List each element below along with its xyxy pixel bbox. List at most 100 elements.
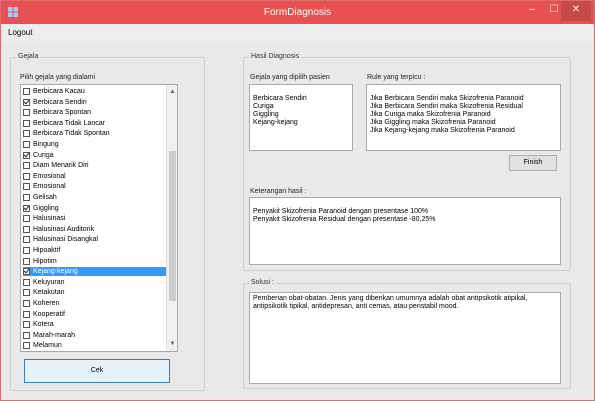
solusi-text: Pemberian obat-obatan. Jenis yang diberi…: [253, 295, 528, 310]
gejala-item[interactable]: Berbicara Sendiri: [23, 98, 166, 107]
rule-line: Jika Berbicara Sendiri maka Skizofrenia …: [370, 103, 523, 110]
gejala-item[interactable]: Berbicara Tidak Lancar: [23, 119, 166, 128]
checkbox-checked-icon[interactable]: [23, 268, 30, 276]
gejala-item[interactable]: Koheren: [23, 299, 166, 308]
checkbox-icon[interactable]: [23, 289, 30, 297]
gejala-item-label: Keluyuran: [33, 278, 65, 286]
gejala-item[interactable]: Hipoaktif: [23, 246, 166, 255]
checkbox-icon[interactable]: [23, 257, 30, 265]
keterangan-hasil-box[interactable]: Penyakit Skizofrenia Paranoid dengan pre…: [249, 197, 561, 265]
gejala-item[interactable]: Ketakutan: [23, 288, 166, 297]
scroll-up-arrow-icon[interactable]: ▲: [167, 87, 177, 97]
gejala-item-label: Diam Menarik Diri: [33, 162, 89, 170]
checkbox-checked-icon[interactable]: [23, 151, 30, 159]
gejala-item-label: Emosional: [33, 172, 66, 180]
keterangan-line: Penyakit Skizofrenia Paranoid dengan pre…: [253, 208, 429, 215]
checkbox-checked-icon[interactable]: [23, 98, 30, 106]
gejala-item-label: Marah-marah: [33, 331, 76, 339]
gejala-item[interactable]: Berbicara Tidak Spontan: [23, 129, 166, 138]
gejala-item[interactable]: Halusinasi: [23, 214, 166, 223]
gejala-item-label: Giggling: [33, 204, 59, 212]
gejala-item[interactable]: Kooperatif: [23, 310, 166, 319]
checkbox-icon[interactable]: [23, 342, 30, 350]
checkbox-icon[interactable]: [23, 119, 30, 127]
gejala-dipilih-line: Giggling: [253, 111, 279, 118]
checkbox-icon[interactable]: [23, 247, 30, 254]
rule-terpicu-box[interactable]: Jika Berbicara Sendiri maka Skizofrenia …: [366, 84, 561, 151]
gejala-item[interactable]: Diam Menarik Diri: [23, 161, 166, 170]
gejala-item[interactable]: Kotera: [23, 320, 166, 329]
gejala-item[interactable]: Berbicara Kacau: [23, 87, 166, 96]
gejala-item-label: Emosional: [33, 183, 66, 191]
gejala-item-label: Ketakutan: [33, 289, 65, 297]
gejala-item[interactable]: Bingung: [23, 140, 166, 149]
gejala-item-label: Hipotim: [33, 257, 57, 265]
keterangan-line: Penyakit Skizofrenia Residual dengan pre…: [253, 216, 436, 223]
checkbox-checked-icon[interactable]: [23, 204, 30, 212]
gejala-item-label: Koheren: [33, 300, 60, 307]
checkbox-icon[interactable]: [23, 162, 30, 170]
finish-button[interactable]: Finish: [509, 155, 557, 171]
menu-bar: Logout: [1, 24, 594, 42]
rule-label: Rule yang terpicu :: [367, 74, 426, 81]
gejala-item[interactable]: Hipotim: [23, 257, 166, 266]
title-bar[interactable]: FormDiagnosis – ☐ ✕: [1, 1, 594, 24]
gejala-item-label: Halusinasi Disangkal: [33, 236, 98, 244]
rule-line: Jika Kejang-kejang maka Skizofrenia Para…: [370, 127, 515, 134]
gejala-item-label: Berbicara Spontan: [33, 109, 91, 117]
gejala-item-label: Kejang-kejang: [33, 268, 78, 276]
checkbox-icon[interactable]: [23, 300, 30, 307]
checkbox-icon[interactable]: [23, 321, 30, 329]
checkbox-icon[interactable]: [23, 109, 30, 117]
gejala-item-label: Kotera: [33, 321, 54, 329]
checkbox-icon[interactable]: [23, 310, 30, 318]
solusi-box[interactable]: Pemberian obat-obatan. Jenis yang diberi…: [249, 292, 561, 384]
checkbox-icon[interactable]: [23, 225, 30, 233]
gejala-item[interactable]: Giggling: [23, 204, 166, 213]
window-title: FormDiagnosis: [263, 7, 332, 18]
gejala-item[interactable]: Emosional: [23, 182, 166, 191]
gejala-item[interactable]: Halusinasi Disangkal: [23, 235, 166, 244]
checkbox-icon[interactable]: [23, 183, 30, 191]
gejala-dipilih-box[interactable]: Berbicara Sendiri Curiga Giggling Kejang-ke…: [249, 84, 353, 151]
hasil-diagnosis-title: Hasil Diagnosis: [249, 53, 302, 60]
gejala-item-label: Berbicara Tidak Lancar: [33, 119, 105, 127]
gejala-dipilih-line: Kejang-kejang: [253, 119, 298, 126]
close-button[interactable]: ✕: [561, 1, 591, 21]
checkbox-icon[interactable]: [23, 278, 30, 286]
checkbox-icon[interactable]: [23, 130, 30, 138]
gejala-item[interactable]: Halusinasi Auditorik: [23, 225, 166, 234]
gejala-item[interactable]: Keluyuran: [23, 278, 166, 287]
scroll-thumb[interactable]: [169, 151, 176, 301]
rule-line: Jika Curiga maka Skizofrenia Paranoid: [370, 111, 491, 118]
minimize-button[interactable]: –: [521, 1, 543, 21]
gejala-item-label: Berbicara Sendiri: [33, 98, 87, 106]
gejala-item[interactable]: Marah-marah: [23, 331, 166, 340]
gejala-item-label: Berbicara Kacau: [33, 88, 85, 95]
gejala-item[interactable]: Berbicara Spontan: [23, 108, 166, 117]
checkbox-icon[interactable]: [23, 236, 30, 244]
gejala-item[interactable]: Gelisah: [23, 193, 166, 202]
gejala-item-label: Halusinasi: [33, 215, 66, 223]
gejala-item[interactable]: Melamun: [23, 341, 166, 350]
gejala-dipilih-label: Gejala yang dipilih pasien: [250, 74, 330, 81]
scroll-down-arrow-icon[interactable]: ▼: [167, 339, 177, 349]
gejala-list-label: Pilih gejala yang dialami: [20, 74, 96, 81]
rule-line: Jika Berbicara Sendiri maka Skizofrenia …: [370, 95, 524, 102]
cek-button[interactable]: Cek: [24, 359, 170, 383]
menu-logout[interactable]: Logout: [8, 28, 32, 37]
checkbox-icon[interactable]: [23, 194, 30, 201]
gejala-item[interactable]: Curiga: [23, 151, 166, 160]
checkbox-icon[interactable]: [23, 141, 30, 148]
gejala-item-label: Halusinasi Auditorik: [33, 225, 95, 233]
checkbox-icon[interactable]: [23, 215, 30, 223]
gejala-item[interactable]: Kejang-kejang: [23, 267, 166, 277]
rule-line: Jika Giggling maka Skizofrenia Paranoid: [370, 119, 496, 126]
checkbox-icon[interactable]: [23, 172, 30, 180]
gejala-checklist[interactable]: Berbicara Kacau Berbicara Sendiri Berbicar…: [20, 84, 178, 352]
checkbox-icon[interactable]: [23, 331, 30, 339]
checkbox-icon[interactable]: [23, 88, 30, 95]
gejala-item[interactable]: Emosional: [23, 172, 166, 181]
solusi-title: Solusi :: [249, 279, 276, 286]
gejala-scrollbar[interactable]: ▲ ▼: [166, 85, 177, 351]
